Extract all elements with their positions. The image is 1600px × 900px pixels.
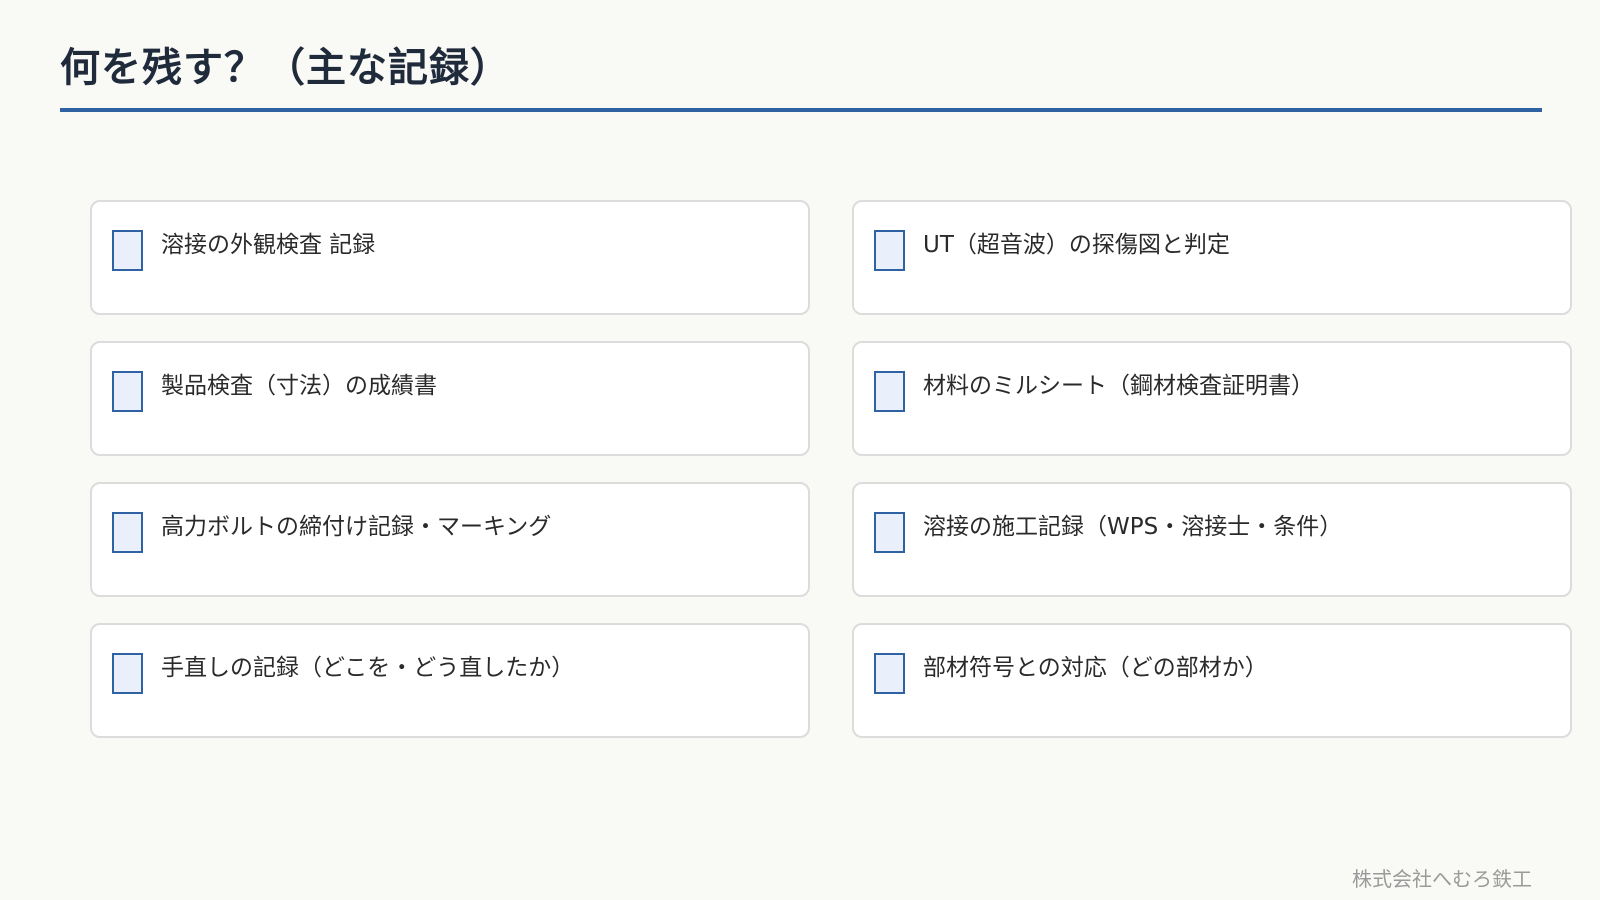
record-card: 高力ボルトの締付け記録・マーキング (90, 482, 810, 597)
record-checkbox[interactable] (874, 653, 905, 694)
record-checkbox[interactable] (112, 371, 143, 412)
record-label: 材料のミルシート（鋼材検査証明書） (923, 373, 1314, 399)
record-card: 部材符号との対応（どの部材か） (852, 623, 1572, 738)
record-card: 溶接の外観検査 記録 (90, 200, 810, 315)
record-label: 溶接の外観検査 記録 (161, 232, 376, 258)
record-checklist: 溶接の外観検査 記録 UT（超音波）の探傷図と判定 製品検査（寸法）の成績書 材… (90, 200, 1572, 738)
record-label: UT（超音波）の探傷図と判定 (923, 232, 1230, 258)
record-card: 手直しの記録（どこを・どう直したか） (90, 623, 810, 738)
record-label: 手直しの記録（どこを・どう直したか） (161, 655, 575, 681)
record-checkbox[interactable] (874, 230, 905, 271)
record-label: 溶接の施工記録（WPS・溶接士・条件） (923, 514, 1343, 540)
record-checkbox[interactable] (874, 371, 905, 412)
record-checkbox[interactable] (874, 512, 905, 553)
record-checkbox[interactable] (112, 230, 143, 271)
record-card: 溶接の施工記録（WPS・溶接士・条件） (852, 482, 1572, 597)
slide: 何を残す？（主な記録） 溶接の外観検査 記録 UT（超音波）の探傷図と判定 製品… (0, 0, 1600, 900)
record-checkbox[interactable] (112, 512, 143, 553)
record-card: 材料のミルシート（鋼材検査証明書） (852, 341, 1572, 456)
company-footer: 株式会社へむろ鉄工 (1352, 867, 1532, 891)
record-card: UT（超音波）の探傷図と判定 (852, 200, 1572, 315)
record-card: 製品検査（寸法）の成績書 (90, 341, 810, 456)
record-label: 部材符号との対応（どの部材か） (923, 655, 1268, 681)
record-label: 製品検査（寸法）の成績書 (161, 373, 437, 399)
record-label: 高力ボルトの締付け記録・マーキング (161, 514, 552, 540)
title-bar: 何を残す？（主な記録） (60, 40, 1542, 112)
record-checkbox[interactable] (112, 653, 143, 694)
page-title: 何を残す？（主な記録） (60, 45, 511, 91)
